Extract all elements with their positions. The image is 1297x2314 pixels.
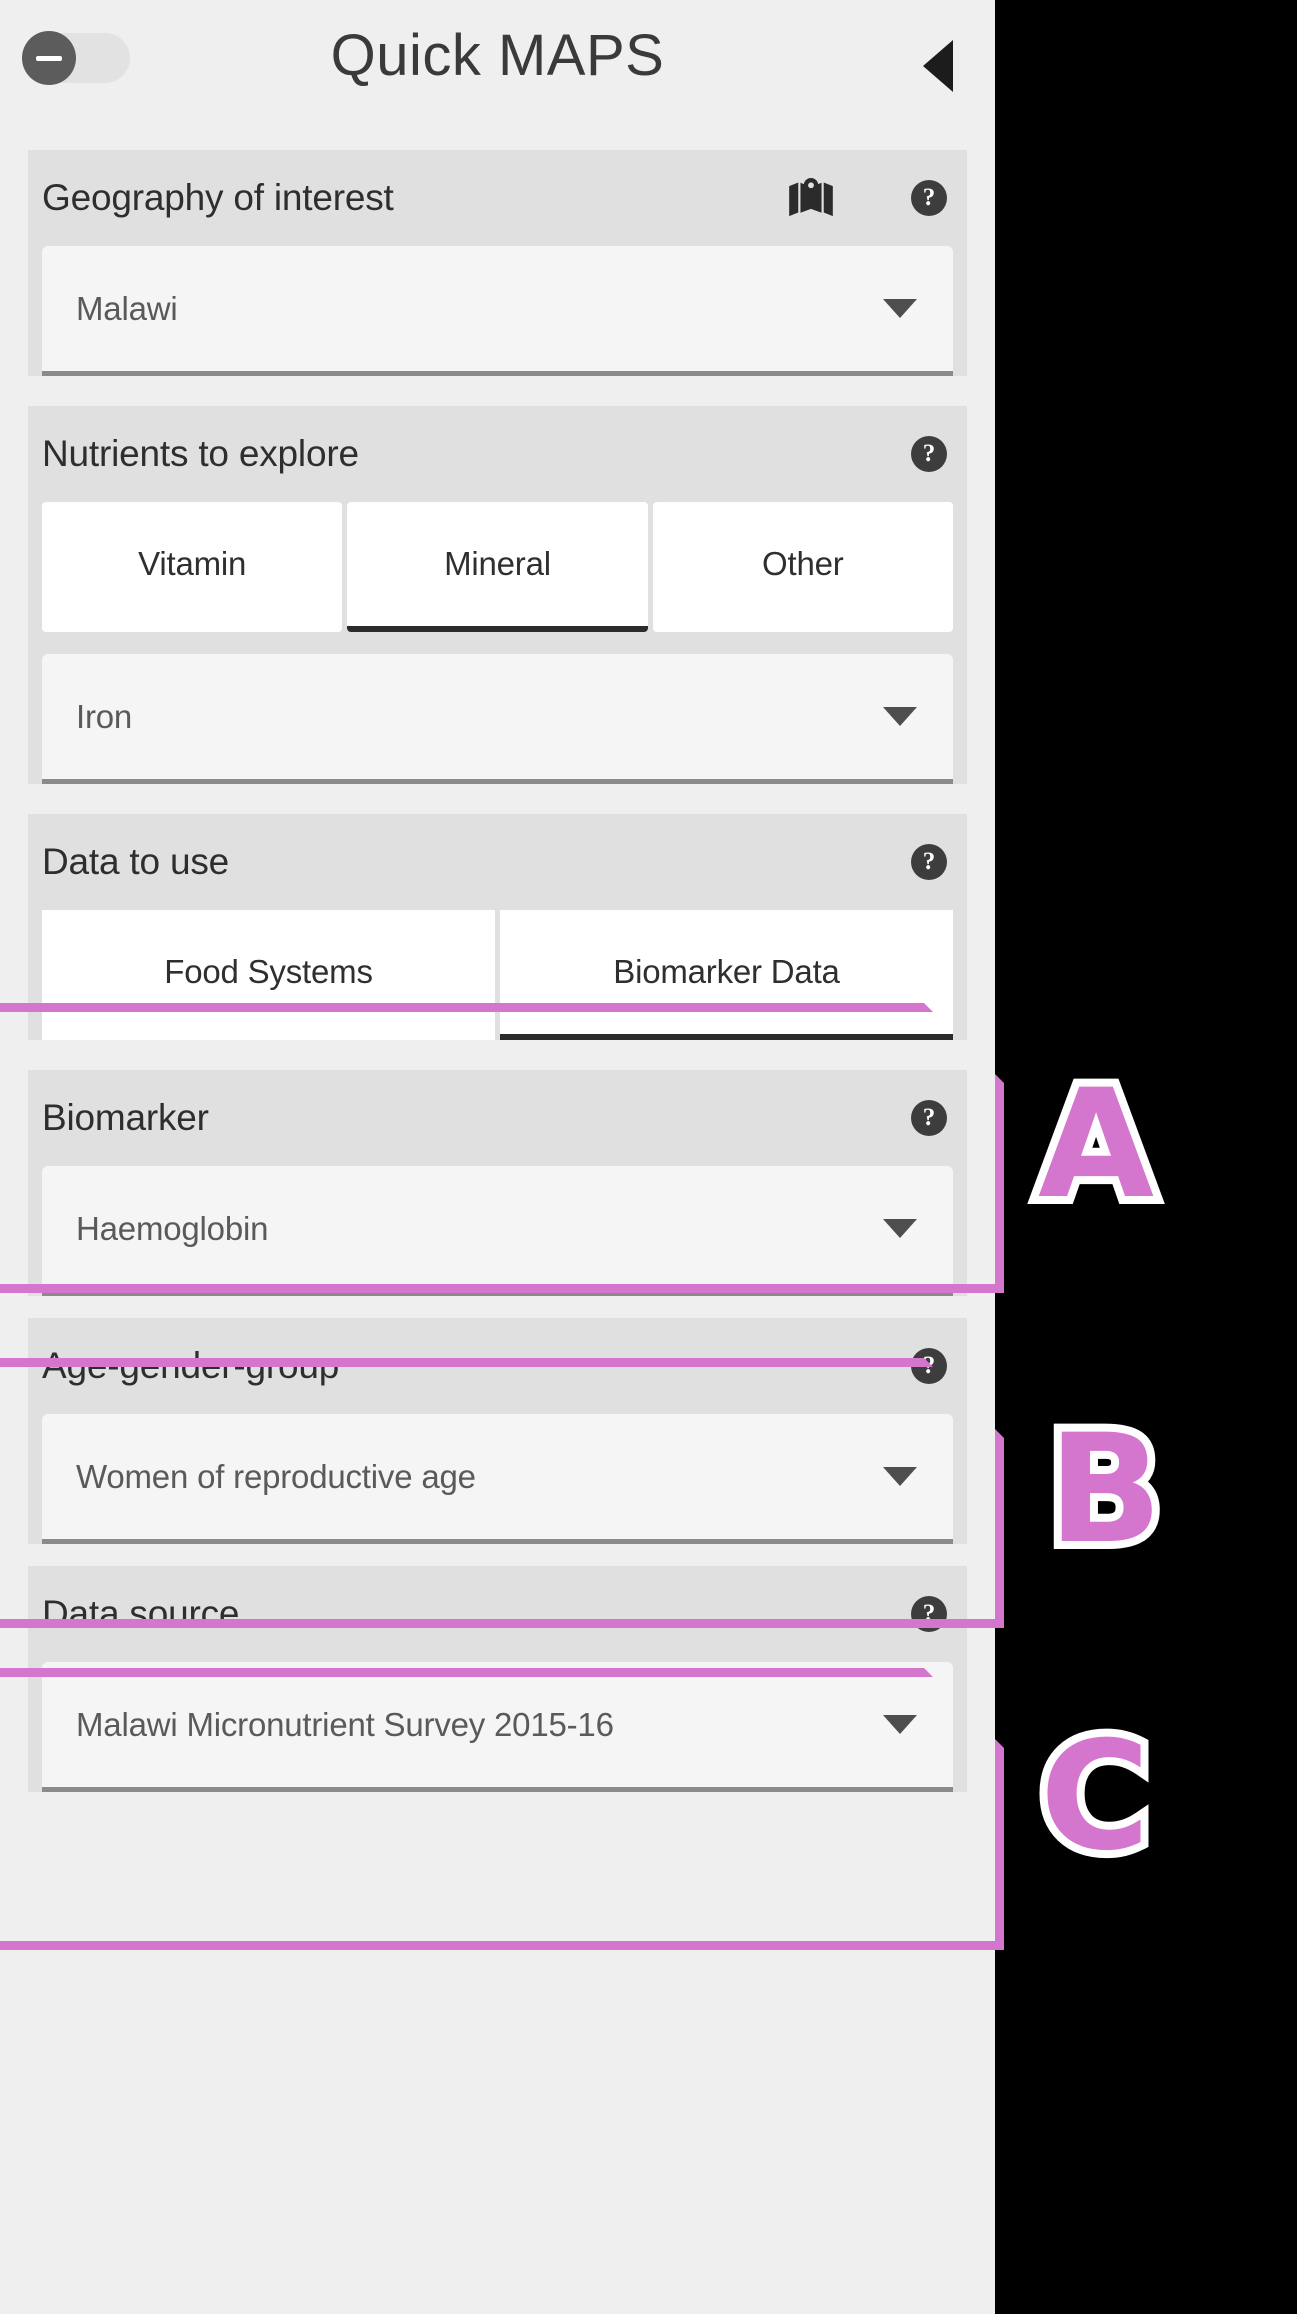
data-source-dropdown-value: Malawi Micronutrient Survey 2015-16 — [76, 1705, 614, 1743]
biomarker-dropdown-value: Haemoglobin — [76, 1209, 269, 1247]
age-gender-group-dropdown-value: Women of reproductive age — [76, 1457, 476, 1495]
header-icon-group: ? — [911, 1318, 947, 1414]
tab-vitamin[interactable]: Vitamin — [42, 502, 343, 632]
annotation-letter-a: A — [1030, 1058, 1162, 1232]
tab-food-systems[interactable]: Food Systems — [42, 910, 495, 1040]
chevron-down-icon — [883, 1219, 917, 1238]
help-icon[interactable]: ? — [911, 1100, 947, 1136]
section-card: Biomarker ? Haemoglobin — [28, 1070, 967, 1296]
chevron-down-icon — [883, 1467, 917, 1486]
help-icon[interactable]: ? — [911, 180, 947, 216]
section-title-biomarker: Biomarker — [42, 1097, 209, 1138]
panel-header: Quick MAPS — [0, 0, 995, 150]
header-icon-group: ? — [911, 1566, 947, 1662]
section-nutrients: Nutrients to explore ? Vitamin Mineral O… — [0, 406, 995, 784]
quick-maps-sidebar: Quick MAPS Geography of interest ? Malaw… — [0, 0, 995, 2314]
section-header: Data to use ? — [28, 814, 967, 910]
data-source-dropdown[interactable]: Malawi Micronutrient Survey 2015-16 — [42, 1662, 953, 1792]
annotation-letter-c: C — [1032, 1710, 1158, 1884]
section-card: Age-gender-group ? Women of reproductive… — [28, 1318, 967, 1544]
section-title-age-gender-group: Age-gender-group — [42, 1345, 340, 1386]
geography-dropdown-value: Malawi — [76, 289, 178, 327]
section-data-to-use: Data to use ? Food Systems Biomarker Dat… — [0, 814, 995, 1040]
section-card: Nutrients to explore ? Vitamin Mineral O… — [28, 406, 967, 784]
section-age-gender-group: Age-gender-group ? Women of reproductive… — [0, 1318, 995, 1544]
nutrient-dropdown-value: Iron — [76, 697, 133, 735]
biomarker-dropdown[interactable]: Haemoglobin — [42, 1166, 953, 1296]
tab-biomarker-data[interactable]: Biomarker Data — [500, 910, 953, 1040]
section-data-source: Data source ? Malawi Micronutrient Surve… — [0, 1566, 995, 1792]
section-card: Data to use ? Food Systems Biomarker Dat… — [28, 814, 967, 1040]
data-to-use-tabs: Food Systems Biomarker Data — [42, 910, 953, 1040]
section-header: Geography of interest ? — [28, 150, 967, 246]
nutrient-type-tabs: Vitamin Mineral Other — [42, 502, 953, 632]
tab-label: Vitamin — [138, 545, 247, 582]
section-card: Data source ? Malawi Micronutrient Surve… — [28, 1566, 967, 1792]
page-title: Quick MAPS — [330, 23, 665, 88]
section-header: Nutrients to explore ? — [28, 406, 967, 502]
section-title-geography: Geography of interest — [42, 177, 394, 218]
header-icon-group: ? — [789, 150, 947, 246]
chevron-down-icon — [883, 707, 917, 726]
section-geography: Geography of interest ? Malawi — [0, 150, 995, 376]
help-icon[interactable]: ? — [911, 436, 947, 472]
header-icon-group: ? — [911, 1070, 947, 1166]
age-gender-group-dropdown[interactable]: Women of reproductive age — [42, 1414, 953, 1544]
section-title-nutrients: Nutrients to explore — [42, 433, 359, 474]
header-icon-group: ? — [911, 814, 947, 910]
tab-label: Other — [762, 545, 844, 582]
tab-other[interactable]: Other — [652, 502, 953, 632]
section-title-data-source: Data source — [42, 1593, 240, 1634]
tab-label: Biomarker Data — [613, 953, 840, 990]
tab-label: Mineral — [444, 545, 551, 582]
section-card: Geography of interest ? Malawi — [28, 150, 967, 376]
header-icon-group: ? — [911, 406, 947, 502]
chevron-down-icon — [883, 299, 917, 318]
section-header: Data source ? — [28, 1566, 967, 1662]
chevron-down-icon — [883, 1715, 917, 1734]
annotation-letter-b: B — [1040, 1403, 1170, 1577]
section-header: Age-gender-group ? — [28, 1318, 967, 1414]
geography-dropdown[interactable]: Malawi — [42, 246, 953, 376]
help-icon[interactable]: ? — [911, 844, 947, 880]
section-biomarker: Biomarker ? Haemoglobin — [0, 1070, 995, 1296]
section-title-data-to-use: Data to use — [42, 841, 230, 882]
left-triangle-icon[interactable] — [923, 40, 953, 92]
screenshot-root: Quick MAPS Geography of interest ? Malaw… — [0, 0, 1297, 2314]
map-icon — [789, 178, 833, 217]
tab-label: Food Systems — [164, 953, 373, 990]
nutrient-dropdown[interactable]: Iron — [42, 654, 953, 784]
help-icon[interactable]: ? — [911, 1348, 947, 1384]
help-icon[interactable]: ? — [911, 1596, 947, 1632]
tab-mineral[interactable]: Mineral — [347, 502, 648, 632]
section-header: Biomarker ? — [28, 1070, 967, 1166]
